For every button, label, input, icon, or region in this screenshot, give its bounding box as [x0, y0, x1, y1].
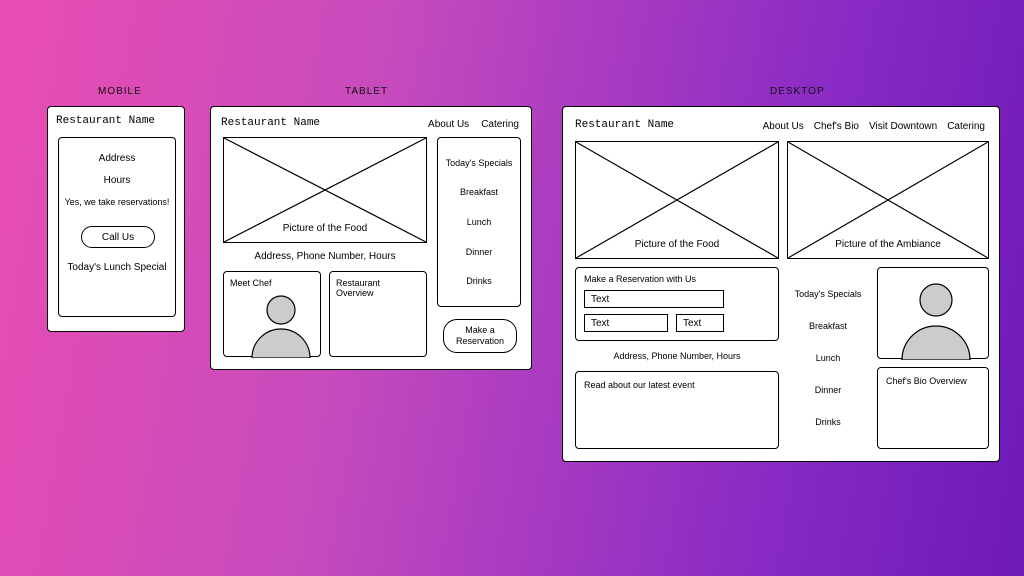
- mobile-frame: Restaurant Name Address Hours Yes, we ta…: [47, 106, 185, 332]
- nav-visit-downtown[interactable]: Visit Downtown: [869, 121, 937, 132]
- tablet-frame: Restaurant Name About Us Catering Pictur…: [210, 106, 532, 370]
- specials-breakfast[interactable]: Breakfast: [809, 321, 847, 331]
- site-title: Restaurant Name: [56, 115, 155, 127]
- nav-catering[interactable]: Catering: [481, 119, 519, 130]
- reservation-field-2[interactable]: Text: [584, 314, 668, 332]
- chef-bio-overview-card[interactable]: Chef's Bio Overview: [877, 367, 989, 449]
- mobile-panel: Address Hours Yes, we take reservations!…: [58, 137, 176, 317]
- mobile-hours: Hours: [104, 175, 131, 186]
- make-reservation-button[interactable]: Make a Reservation: [443, 319, 517, 353]
- nav-about-us[interactable]: About Us: [428, 119, 469, 130]
- food-caption: Picture of the Food: [576, 239, 778, 250]
- restaurant-overview-card[interactable]: Restaurant Overview: [329, 271, 427, 357]
- desktop-frame: Restaurant Name About Us Chef's Bio Visi…: [562, 106, 1000, 462]
- label-mobile: MOBILE: [98, 86, 142, 97]
- meet-chef-label: Meet Chef: [230, 278, 272, 288]
- specials-breakfast[interactable]: Breakfast: [460, 187, 498, 197]
- desktop-address-line: Address, Phone Number, Hours: [575, 351, 779, 361]
- reservation-field-3[interactable]: Text: [676, 314, 724, 332]
- mobile-address: Address: [99, 153, 136, 164]
- desktop-nav: About Us Chef's Bio Visit Downtown Cater…: [763, 121, 985, 132]
- site-title: Restaurant Name: [221, 117, 320, 129]
- ambiance-caption: Picture of the Ambiance: [788, 239, 988, 250]
- label-desktop: DESKTOP: [770, 86, 825, 97]
- make-reservation-label: Make a Reservation: [444, 325, 516, 347]
- specials-drinks[interactable]: Drinks: [815, 417, 841, 427]
- site-title: Restaurant Name: [575, 119, 674, 131]
- specials-title: Today's Specials: [446, 158, 513, 168]
- call-us-button[interactable]: Call Us: [81, 226, 155, 248]
- tablet-specials-list: Today's Specials Breakfast Lunch Dinner …: [438, 138, 520, 306]
- chef-photo-card: [877, 267, 989, 359]
- chef-bio-overview-label: Chef's Bio Overview: [886, 376, 967, 386]
- desktop-specials-list: Today's Specials Breakfast Lunch Dinner …: [787, 267, 869, 449]
- latest-event-card[interactable]: Read about our latest event: [575, 371, 779, 449]
- call-us-label: Call Us: [102, 232, 134, 243]
- restaurant-overview-label: Restaurant Overview: [336, 278, 420, 298]
- tablet-nav: About Us Catering: [428, 119, 519, 130]
- specials-lunch[interactable]: Lunch: [816, 353, 841, 363]
- tablet-address-line: Address, Phone Number, Hours: [223, 251, 427, 262]
- reservation-title: Make a Reservation with Us: [584, 274, 696, 284]
- mobile-info-list: Address Hours Yes, we take reservations!: [59, 142, 175, 218]
- specials-title: Today's Specials: [795, 289, 862, 299]
- reservation-field-1[interactable]: Text: [584, 290, 724, 308]
- ambiance-image-placeholder: Picture of the Ambiance: [787, 141, 989, 259]
- avatar-icon: [900, 276, 988, 360]
- nav-chefs-bio[interactable]: Chef's Bio: [814, 121, 859, 132]
- specials-dinner[interactable]: Dinner: [815, 385, 842, 395]
- desktop-specials-panel: Today's Specials Breakfast Lunch Dinner …: [787, 267, 869, 449]
- label-tablet: TABLET: [345, 86, 388, 97]
- specials-dinner[interactable]: Dinner: [466, 247, 493, 257]
- tablet-specials-panel: Today's Specials Breakfast Lunch Dinner …: [437, 137, 521, 307]
- meet-chef-card[interactable]: Meet Chef: [223, 271, 321, 357]
- reservation-form: Make a Reservation with Us Text Text Tex…: [575, 267, 779, 341]
- food-caption: Picture of the Food: [224, 223, 426, 234]
- specials-lunch[interactable]: Lunch: [467, 217, 492, 227]
- mobile-lunch-special: Today's Lunch Special: [59, 262, 175, 273]
- latest-event-label: Read about our latest event: [584, 380, 695, 390]
- nav-about-us[interactable]: About Us: [763, 121, 804, 132]
- mobile-reservations-note: Yes, we take reservations!: [65, 197, 170, 207]
- food-image-placeholder: Picture of the Food: [575, 141, 779, 259]
- food-image-placeholder: Picture of the Food: [223, 137, 427, 243]
- nav-catering[interactable]: Catering: [947, 121, 985, 132]
- specials-drinks[interactable]: Drinks: [466, 276, 492, 286]
- avatar-icon: [242, 288, 320, 358]
